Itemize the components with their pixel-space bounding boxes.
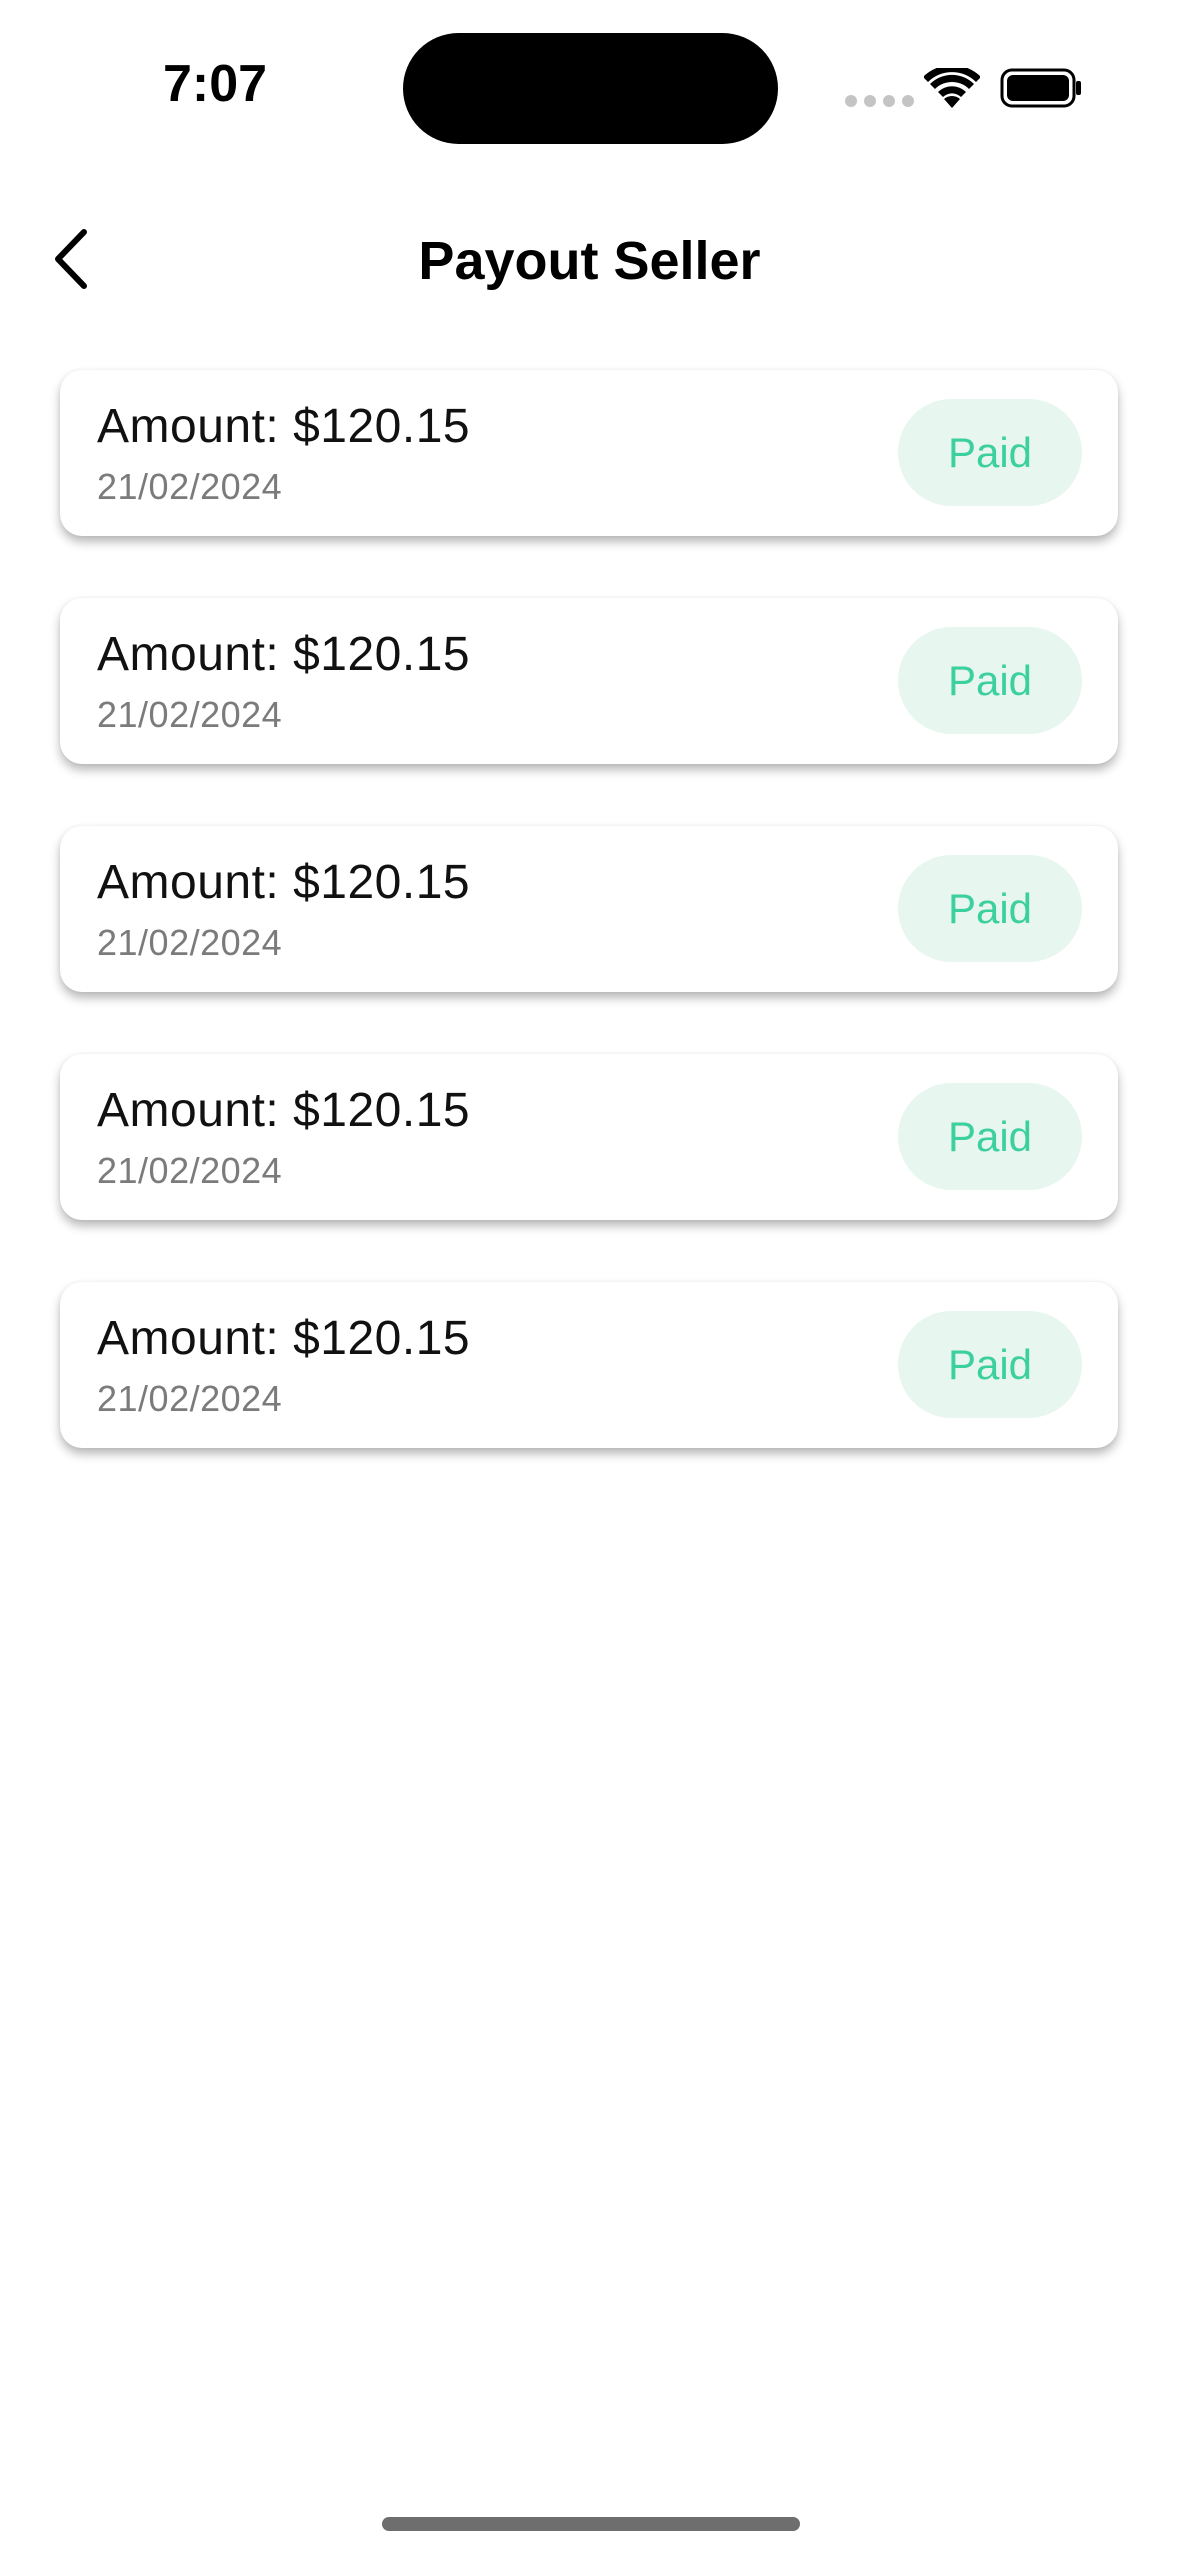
dynamic-island <box>403 33 778 144</box>
status-time: 7:07 <box>163 55 268 113</box>
payout-card[interactable]: Amount: $120.15 21/02/2024 Paid <box>60 598 1118 764</box>
payout-amount: Amount: $120.15 <box>97 628 471 681</box>
payout-amount: Amount: $120.15 <box>97 1084 471 1137</box>
payout-amount: Amount: $120.15 <box>97 1312 471 1365</box>
payout-list: Amount: $120.15 21/02/2024 Paid Amount: … <box>60 370 1118 1510</box>
cellular-signal-icon <box>845 95 914 107</box>
payout-date: 21/02/2024 <box>97 922 283 963</box>
payout-card[interactable]: Amount: $120.15 21/02/2024 Paid <box>60 370 1118 536</box>
payout-card[interactable]: Amount: $120.15 21/02/2024 Paid <box>60 826 1118 992</box>
payout-card[interactable]: Amount: $120.15 21/02/2024 Paid <box>60 1282 1118 1448</box>
wifi-icon <box>923 64 981 110</box>
page-title: Payout Seller <box>418 231 761 291</box>
home-indicator[interactable] <box>382 2517 800 2531</box>
status-badge: Paid <box>898 1083 1082 1190</box>
payout-amount: Amount: $120.15 <box>97 856 471 909</box>
payout-card[interactable]: Amount: $120.15 21/02/2024 Paid <box>60 1054 1118 1220</box>
status-badge: Paid <box>898 627 1082 734</box>
status-badge: Paid <box>898 855 1082 962</box>
payout-date: 21/02/2024 <box>97 694 283 735</box>
payout-date: 21/02/2024 <box>97 1378 283 1419</box>
payout-date: 21/02/2024 <box>97 466 283 507</box>
battery-icon <box>1000 68 1082 108</box>
payout-date: 21/02/2024 <box>97 1150 283 1191</box>
payout-amount: Amount: $120.15 <box>97 400 471 453</box>
status-badge: Paid <box>898 399 1082 506</box>
status-badge: Paid <box>898 1311 1082 1418</box>
